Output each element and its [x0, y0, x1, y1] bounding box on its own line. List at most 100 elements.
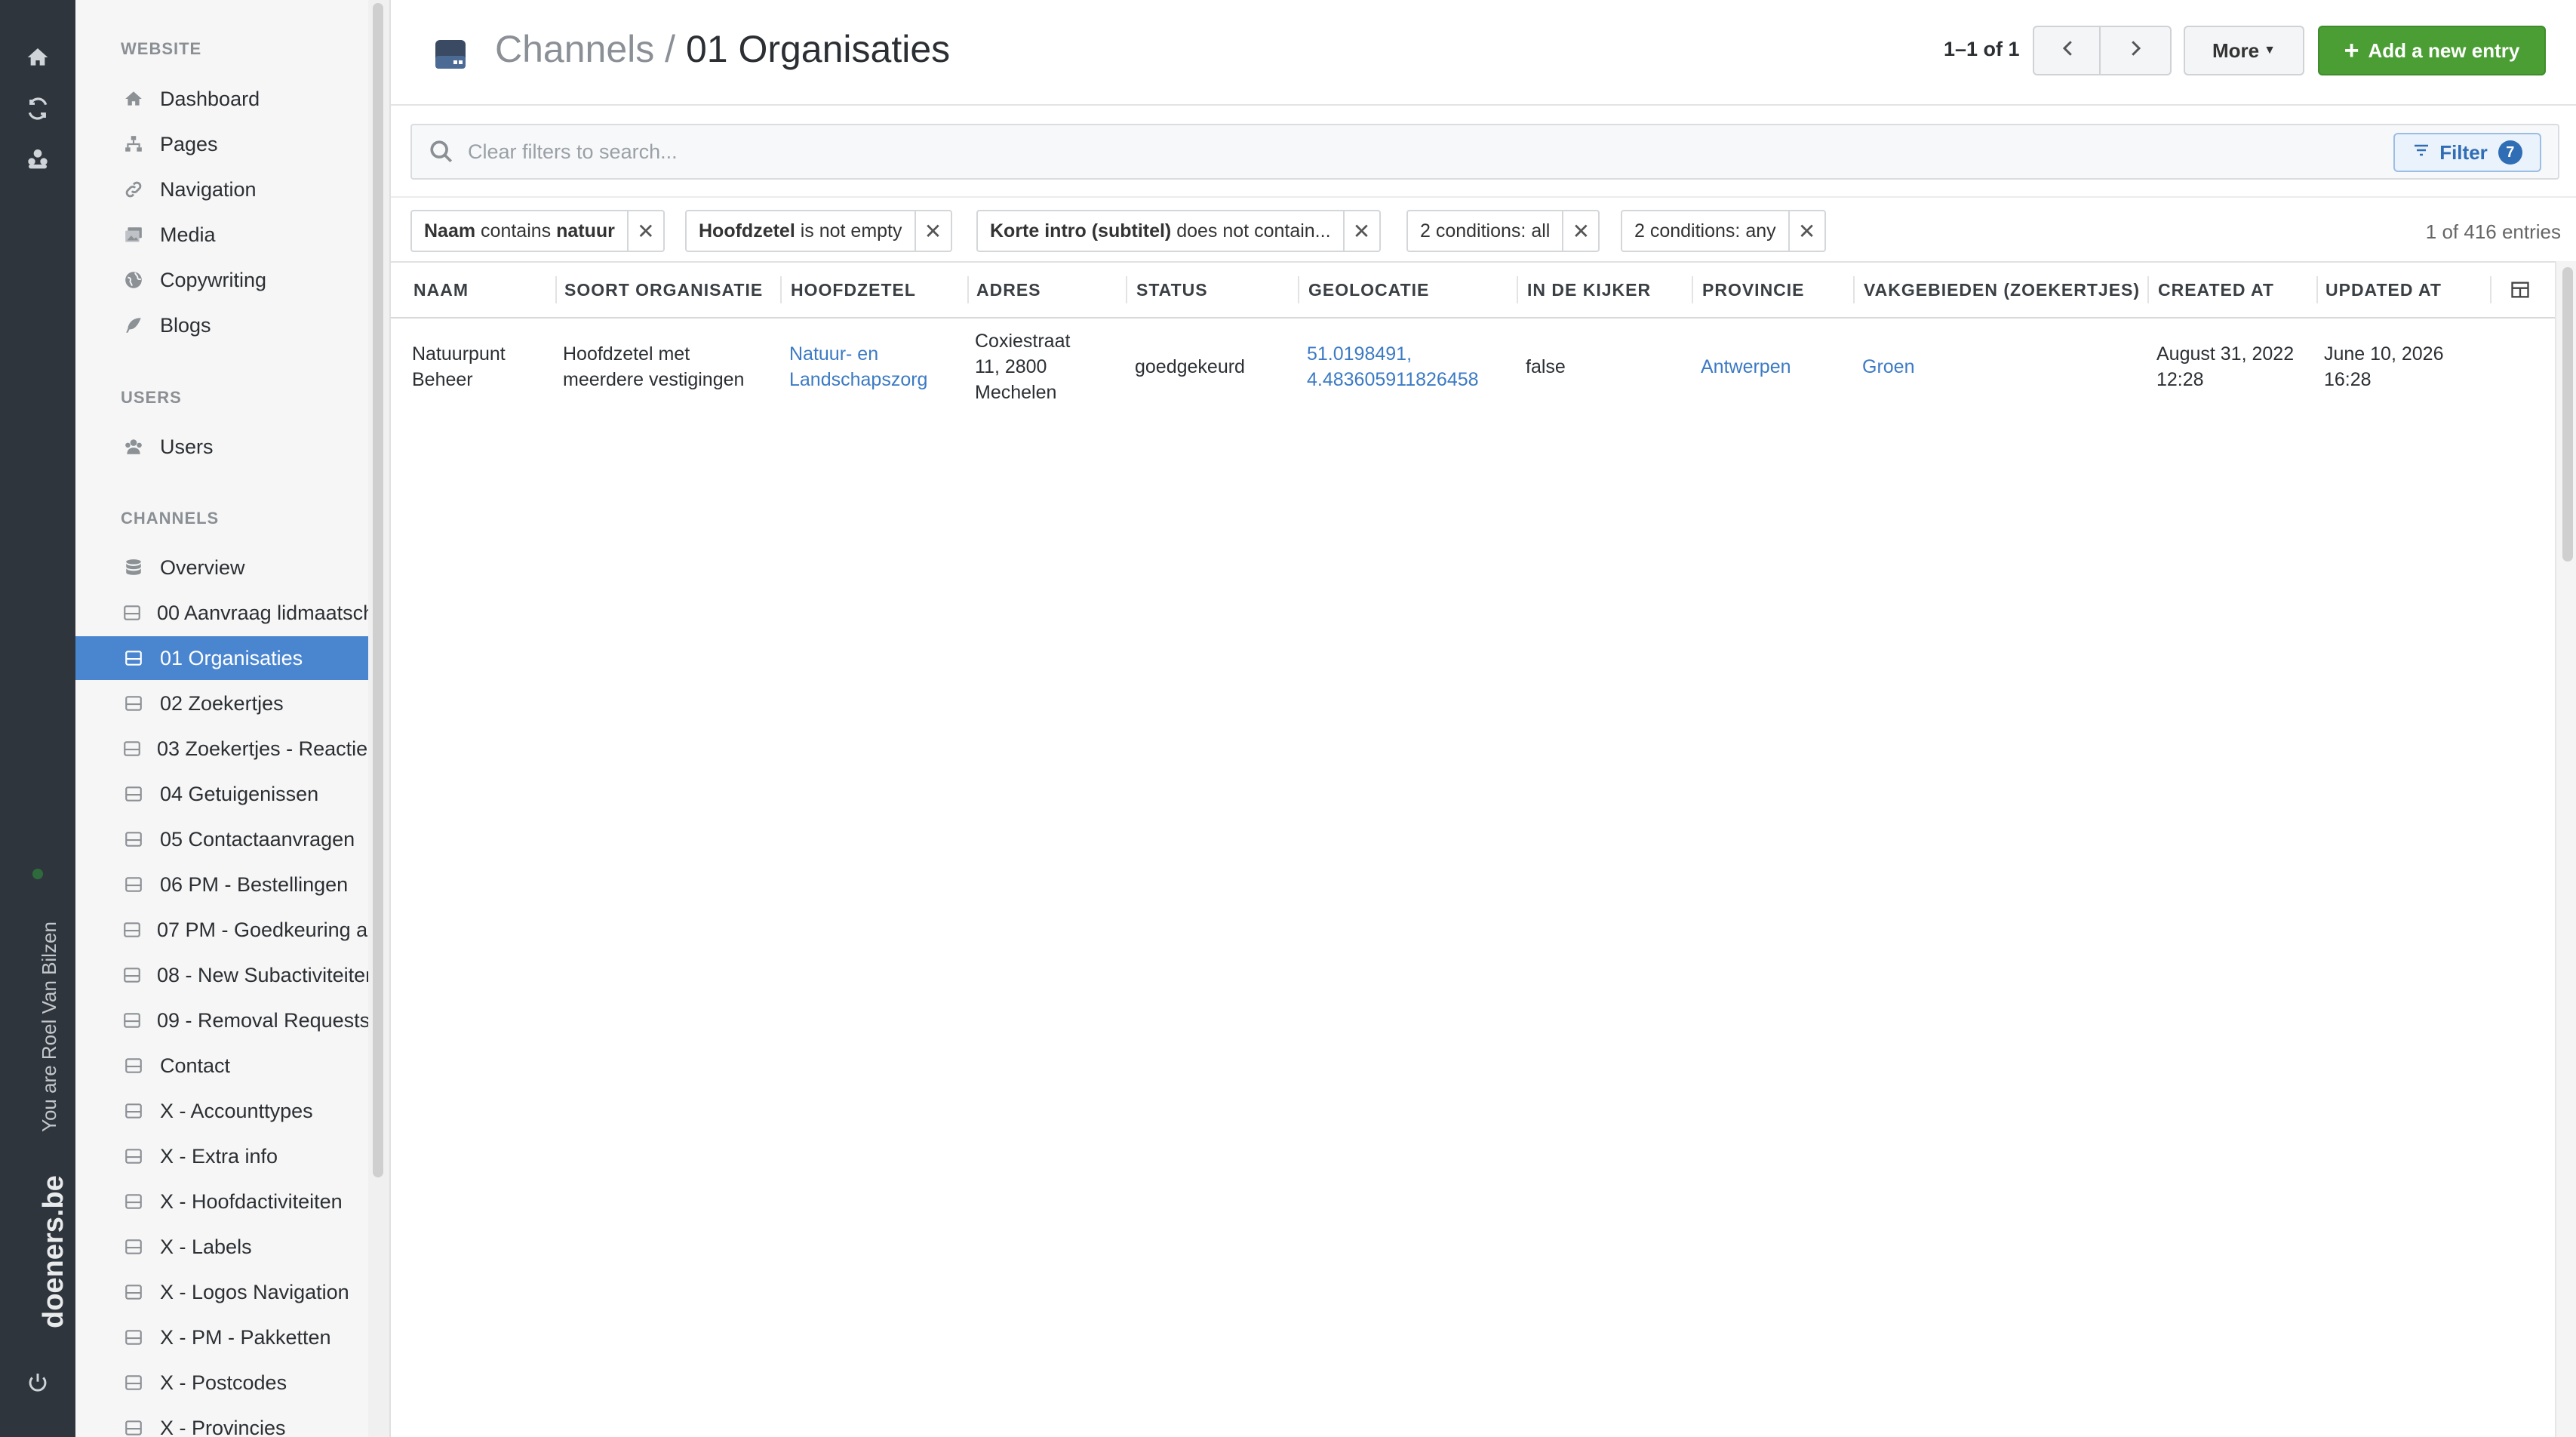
cell-link[interactable]: Groen — [1862, 354, 1914, 380]
column-header[interactable]: NAAM — [413, 263, 557, 317]
filter-icon — [2412, 141, 2430, 165]
sidebar-item-03-zoekertjes-reacties[interactable]: 03 Zoekertjes - Reacties — [75, 727, 368, 771]
sidebar-item-blogs[interactable]: Blogs — [75, 303, 368, 347]
main-content: Channels / 01 Organisaties 1–1 of 1 More… — [391, 0, 2576, 1437]
refresh-icon[interactable] — [26, 97, 50, 121]
sidebar-item-x-pm-pakketten[interactable]: X - PM - Pakketten — [75, 1315, 368, 1359]
column-header-label: NAAM — [413, 279, 469, 300]
sidebar-item-label: Media — [160, 223, 216, 246]
close-icon[interactable]: ✕ — [914, 211, 951, 251]
next-page-button[interactable] — [2099, 26, 2172, 75]
sidebar-item-pages[interactable]: Pages — [75, 122, 368, 166]
filter-operator: contains — [475, 220, 557, 242]
column-divider — [1692, 276, 1693, 303]
more-button[interactable]: More ▼ — [2184, 26, 2304, 75]
table-header: NAAM SOORT ORGANISATIE HOOFDZETEL ADRES STAT… — [391, 261, 2556, 318]
main-scrollbar[interactable] — [2562, 267, 2573, 562]
table-icon — [122, 737, 142, 760]
column-header-label: CREATED AT — [2158, 279, 2274, 300]
sidebar-item-label: Pages — [160, 132, 218, 155]
plus-icon: + — [2344, 36, 2359, 65]
cell-in-de-kijker: false — [1526, 317, 1677, 417]
search-input[interactable]: Clear filters to search... — [468, 140, 678, 164]
more-label: More — [2212, 38, 2260, 62]
filter-chip[interactable]: 2 conditions: any ✕ — [1621, 210, 1826, 252]
cell-link[interactable]: 51.0198491, 4.483605911826458 — [1307, 341, 1503, 392]
cell-text: Hoofdzetel met meerdere vestigingen — [563, 343, 745, 390]
column-divider — [2490, 276, 2491, 303]
filter-chip[interactable]: Hoofdzetel is not empty ✕ — [685, 210, 952, 252]
sidebar-item-06-pm-bestellingen[interactable]: 06 PM - Bestellingen — [75, 863, 368, 906]
sidebar-section-title: USERS — [121, 388, 182, 407]
close-icon[interactable]: ✕ — [626, 211, 663, 251]
breadcrumb[interactable]: Channels / — [495, 28, 675, 70]
column-header[interactable]: VAKGEBIEDEN (ZOEKERTJES) — [1864, 263, 2149, 317]
sidebar-item-label: X - Postcodes — [160, 1371, 287, 1394]
filter-count-badge: 7 — [2498, 140, 2522, 165]
sidebar-item-x-accounttypes[interactable]: X - Accounttypes — [75, 1089, 368, 1133]
sidebar-item-users[interactable]: Users — [75, 425, 368, 469]
column-header[interactable]: GEOLOCATIE — [1308, 263, 1518, 317]
table-icon — [122, 873, 145, 896]
sidebar: WEBSITE Dashboard Pages Navigation Media Copy… — [75, 0, 368, 1437]
cell-status: goedgekeurd — [1135, 317, 1286, 417]
table-icon — [122, 1009, 142, 1032]
column-header[interactable]: PROVINCIE — [1702, 263, 1855, 317]
add-entry-button[interactable]: + Add a new entry — [2318, 26, 2546, 75]
filter-button[interactable]: Filter 7 — [2393, 133, 2541, 172]
filter-chip[interactable]: 2 conditions: all ✕ — [1406, 210, 1600, 252]
sidebar-item-contact[interactable]: Contact — [75, 1044, 368, 1088]
sidebar-item-02-zoekertjes[interactable]: 02 Zoekertjes — [75, 682, 368, 725]
close-icon[interactable]: ✕ — [1788, 211, 1824, 251]
sidebar-item-08-new-subactiviteiten[interactable]: 08 - New Subactiviteiten — [75, 953, 368, 997]
filter-chip[interactable]: Korte intro (subtitel) does not contain.… — [976, 210, 1381, 252]
sidebar-item-navigation[interactable]: Navigation — [75, 168, 368, 211]
sidebar-item-01-organisaties[interactable]: 01 Organisaties — [75, 636, 368, 680]
sidebar-item-x-postcodes[interactable]: X - Postcodes — [75, 1361, 368, 1405]
close-icon[interactable]: ✕ — [1562, 211, 1598, 251]
column-header[interactable]: SOORT ORGANISATIE — [564, 263, 782, 317]
sidebar-item-x-logos-navigation[interactable]: X - Logos Navigation — [75, 1270, 368, 1314]
cell-vakgebieden: Groen — [1862, 317, 2134, 417]
cell-geolocatie: 51.0198491, 4.483605911826458 — [1307, 317, 1503, 417]
column-header[interactable]: CREATED AT — [2158, 263, 2318, 317]
filter-chip-text: 2 conditions: all — [1408, 220, 1550, 242]
sidebar-item-overview[interactable]: Overview — [75, 546, 368, 589]
column-picker-icon[interactable] — [2510, 279, 2531, 300]
column-header[interactable]: ADRES — [976, 263, 1127, 317]
sidebar-item-09-removal-requests[interactable]: 09 - Removal Requests — [75, 999, 368, 1042]
filter-field: Korte intro (subtitel) — [990, 220, 1172, 242]
users-icon[interactable] — [26, 146, 50, 171]
column-header[interactable]: STATUS — [1136, 263, 1299, 317]
page-header: Channels / 01 Organisaties 1–1 of 1 More… — [391, 0, 2576, 106]
sidebar-item-07-pm-goedkeuring-aanvragen[interactable]: 07 PM - Goedkeuring aanvragen — [75, 908, 368, 952]
cell-link[interactable]: Natuur- en Landschapszorg — [789, 341, 940, 392]
column-header[interactable]: HOOFDZETEL — [791, 263, 969, 317]
sidebar-item-dashboard[interactable]: Dashboard — [75, 77, 368, 121]
power-icon[interactable] — [26, 1371, 50, 1395]
sidebar-item-x-hoofdactiviteiten[interactable]: X - Hoofdactiviteiten — [75, 1180, 368, 1223]
filter-operator: does not contain... — [1171, 220, 1331, 242]
cell-link[interactable]: Antwerpen — [1701, 354, 1791, 380]
sidebar-item-media[interactable]: Media — [75, 213, 368, 257]
home-icon[interactable] — [26, 45, 50, 69]
database-icon — [122, 556, 145, 579]
filter-operator: 2 conditions: any — [1634, 220, 1776, 242]
sidebar-item-x-labels[interactable]: X - Labels — [75, 1225, 368, 1269]
column-header[interactable]: UPDATED AT — [2325, 263, 2491, 317]
sidebar-item-04-getuigenissen[interactable]: 04 Getuigenissen — [75, 772, 368, 816]
sidebar-scrollbar[interactable] — [373, 3, 383, 1177]
sidebar-item-copywriting[interactable]: Copywriting — [75, 258, 368, 302]
prev-page-button[interactable] — [2033, 26, 2104, 75]
sidebar-item-label: Blogs — [160, 313, 211, 337]
sidebar-item-05-contactaanvragen[interactable]: 05 Contactaanvragen — [75, 817, 368, 861]
table-icon — [122, 783, 145, 805]
close-icon[interactable]: ✕ — [1342, 211, 1379, 251]
sidebar-item-x-provincies[interactable]: X - Provincies — [75, 1406, 368, 1437]
filter-chip[interactable]: Naam contains natuur ✕ — [410, 210, 665, 252]
sidebar-item-x-extra-info[interactable]: X - Extra info — [75, 1134, 368, 1178]
column-header[interactable]: IN DE KIJKER — [1527, 263, 1693, 317]
sidebar-item-00-aanvraag-lidmaatschap[interactable]: 00 Aanvraag lidmaatschap — [75, 591, 368, 635]
table-row[interactable]: Natuurpunt Beheer Hoofdzetel met meerdere… — [391, 317, 2556, 417]
status-dot — [32, 869, 43, 879]
